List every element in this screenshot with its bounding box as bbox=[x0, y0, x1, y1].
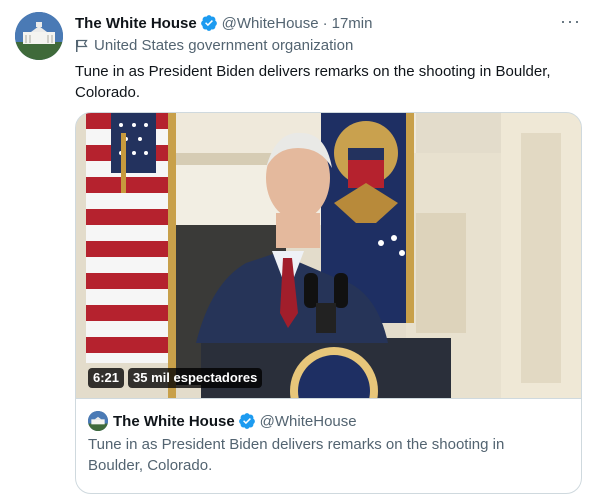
tweet-text: Tune in as President Biden delivers rema… bbox=[75, 63, 551, 101]
video-overlay: 6:21 35 mil espectadores bbox=[88, 368, 263, 388]
video-player[interactable]: 6:21 35 mil espectadores bbox=[76, 113, 581, 398]
white-house-avatar-image bbox=[15, 12, 63, 60]
account-label[interactable]: United States government organization bbox=[75, 37, 353, 54]
account-label-text: United States government organization bbox=[94, 37, 354, 54]
separator-dot: · bbox=[322, 14, 328, 32]
video-duration: 6:21 bbox=[88, 368, 125, 388]
media-card[interactable]: 6:21 35 mil espectadores The White House bbox=[75, 112, 582, 494]
flag-icon bbox=[75, 39, 89, 53]
video-frame-image bbox=[76, 113, 581, 398]
video-view-count: 35 mil espectadores bbox=[128, 368, 263, 388]
quoted-author-avatar bbox=[88, 411, 108, 431]
verified-badge-icon bbox=[238, 412, 256, 430]
tweet-header: The White House @WhiteHouse · 17min bbox=[75, 12, 583, 34]
quoted-tweet[interactable]: The White House @WhiteHouse Tune in as P… bbox=[76, 398, 581, 474]
quoted-author-name: The White House bbox=[113, 412, 235, 430]
quoted-tweet-text: Tune in as President Biden delivers rema… bbox=[88, 436, 505, 474]
tweet-timestamp[interactable]: 17min bbox=[332, 15, 373, 32]
quoted-author-handle: @WhiteHouse bbox=[259, 412, 357, 430]
verified-badge-icon bbox=[200, 14, 218, 32]
quoted-tweet-header: The White House @WhiteHouse bbox=[88, 411, 357, 431]
author-avatar[interactable] bbox=[15, 12, 63, 60]
author-handle[interactable]: @WhiteHouse bbox=[222, 15, 319, 32]
more-options-icon[interactable]: ··· bbox=[560, 12, 581, 30]
author-name[interactable]: The White House bbox=[75, 15, 197, 32]
